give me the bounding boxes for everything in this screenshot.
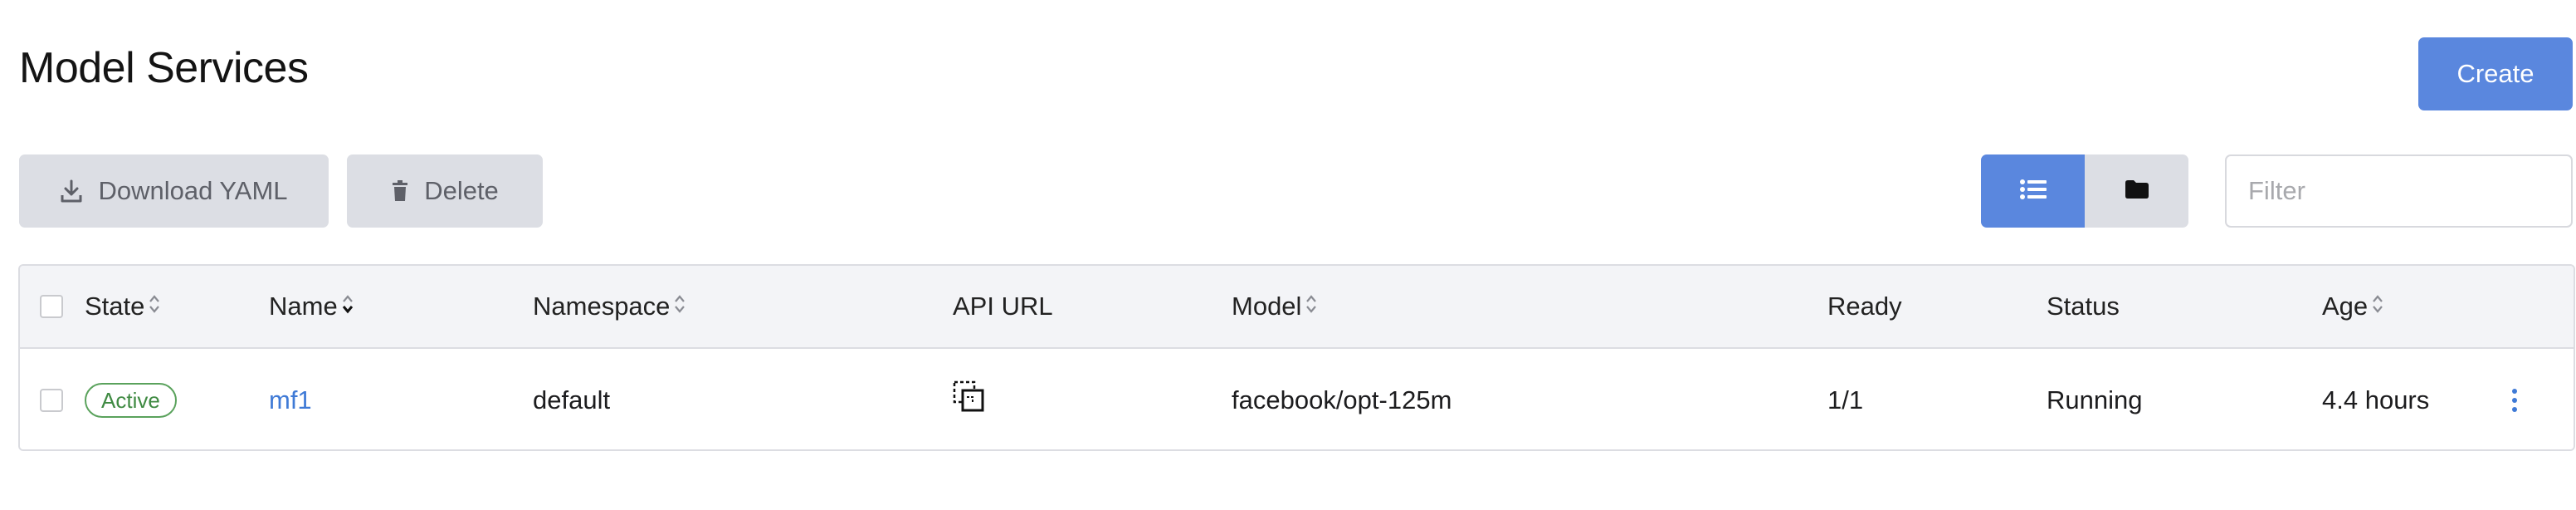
column-age-label: Age bbox=[2322, 292, 2369, 321]
age-cell: 4.4 hours bbox=[2322, 385, 2430, 414]
model-services-table: State Name Namespace API URL Model Ready… bbox=[18, 264, 2575, 451]
api-url-cell bbox=[953, 349, 986, 449]
column-header-age[interactable]: Age bbox=[2322, 266, 2384, 347]
kebab-dot bbox=[2512, 406, 2517, 412]
table-header: State Name Namespace API URL Model Ready… bbox=[20, 266, 2574, 349]
column-header-namespace[interactable]: Namespace bbox=[533, 266, 686, 347]
sort-icon bbox=[2371, 292, 2384, 321]
column-header-state[interactable]: State bbox=[85, 266, 161, 347]
select-all-checkbox-cell bbox=[40, 266, 63, 347]
folder-icon bbox=[2125, 179, 2149, 203]
column-header-ready: Ready bbox=[1827, 266, 1902, 347]
namespace-cell: default bbox=[533, 385, 611, 414]
row-checkbox[interactable] bbox=[40, 388, 63, 412]
ready-cell: 1/1 bbox=[1827, 385, 1864, 414]
delete-label: Delete bbox=[424, 176, 499, 205]
column-header-api-url: API URL bbox=[953, 266, 1053, 347]
name-cell: mf1 bbox=[269, 349, 312, 449]
download-icon bbox=[60, 179, 83, 204]
folder-view-button[interactable] bbox=[2085, 154, 2188, 228]
model-cell: facebook/opt-125m bbox=[1232, 385, 1452, 414]
delete-button[interactable]: Delete bbox=[347, 154, 543, 228]
service-name-link[interactable]: mf1 bbox=[269, 385, 312, 415]
status-cell: Running bbox=[2047, 385, 2143, 414]
view-toggle bbox=[1981, 154, 2188, 228]
select-all-checkbox[interactable] bbox=[40, 295, 63, 318]
download-yaml-label: Download YAML bbox=[98, 176, 288, 205]
column-name-label: Name bbox=[269, 292, 338, 321]
column-status-label: Status bbox=[2047, 292, 2120, 321]
sort-icon bbox=[1305, 292, 1318, 321]
list-icon bbox=[2019, 179, 2047, 204]
download-yaml-button[interactable]: Download YAML bbox=[19, 154, 329, 228]
column-header-name[interactable]: Name bbox=[269, 266, 354, 347]
sort-icon bbox=[148, 292, 161, 321]
table-row: Active mf1 default facebook/opt-125m 1/1… bbox=[20, 349, 2574, 449]
column-api-url-label: API URL bbox=[953, 292, 1053, 321]
copy-icon[interactable] bbox=[953, 380, 986, 420]
kebab-dot bbox=[2512, 388, 2517, 394]
filter-input[interactable] bbox=[2225, 154, 2573, 228]
sort-icon bbox=[673, 292, 686, 321]
column-header-model[interactable]: Model bbox=[1232, 266, 1318, 347]
create-button[interactable]: Create bbox=[2418, 37, 2573, 110]
column-model-label: Model bbox=[1232, 292, 1302, 321]
status-badge: Active bbox=[85, 382, 177, 418]
list-view-button[interactable] bbox=[1981, 154, 2085, 228]
sort-ascending-icon bbox=[341, 292, 354, 321]
column-header-status: Status bbox=[2047, 266, 2120, 347]
trash-icon bbox=[391, 180, 409, 202]
column-namespace-label: Namespace bbox=[533, 292, 671, 321]
row-checkbox-cell bbox=[40, 349, 63, 449]
column-state-label: State bbox=[85, 292, 145, 321]
kebab-dot bbox=[2512, 397, 2517, 403]
page-title: Model Services bbox=[19, 44, 309, 92]
state-cell: Active bbox=[85, 349, 177, 449]
column-ready-label: Ready bbox=[1827, 292, 1902, 321]
kebab-menu-icon[interactable] bbox=[2510, 349, 2520, 449]
